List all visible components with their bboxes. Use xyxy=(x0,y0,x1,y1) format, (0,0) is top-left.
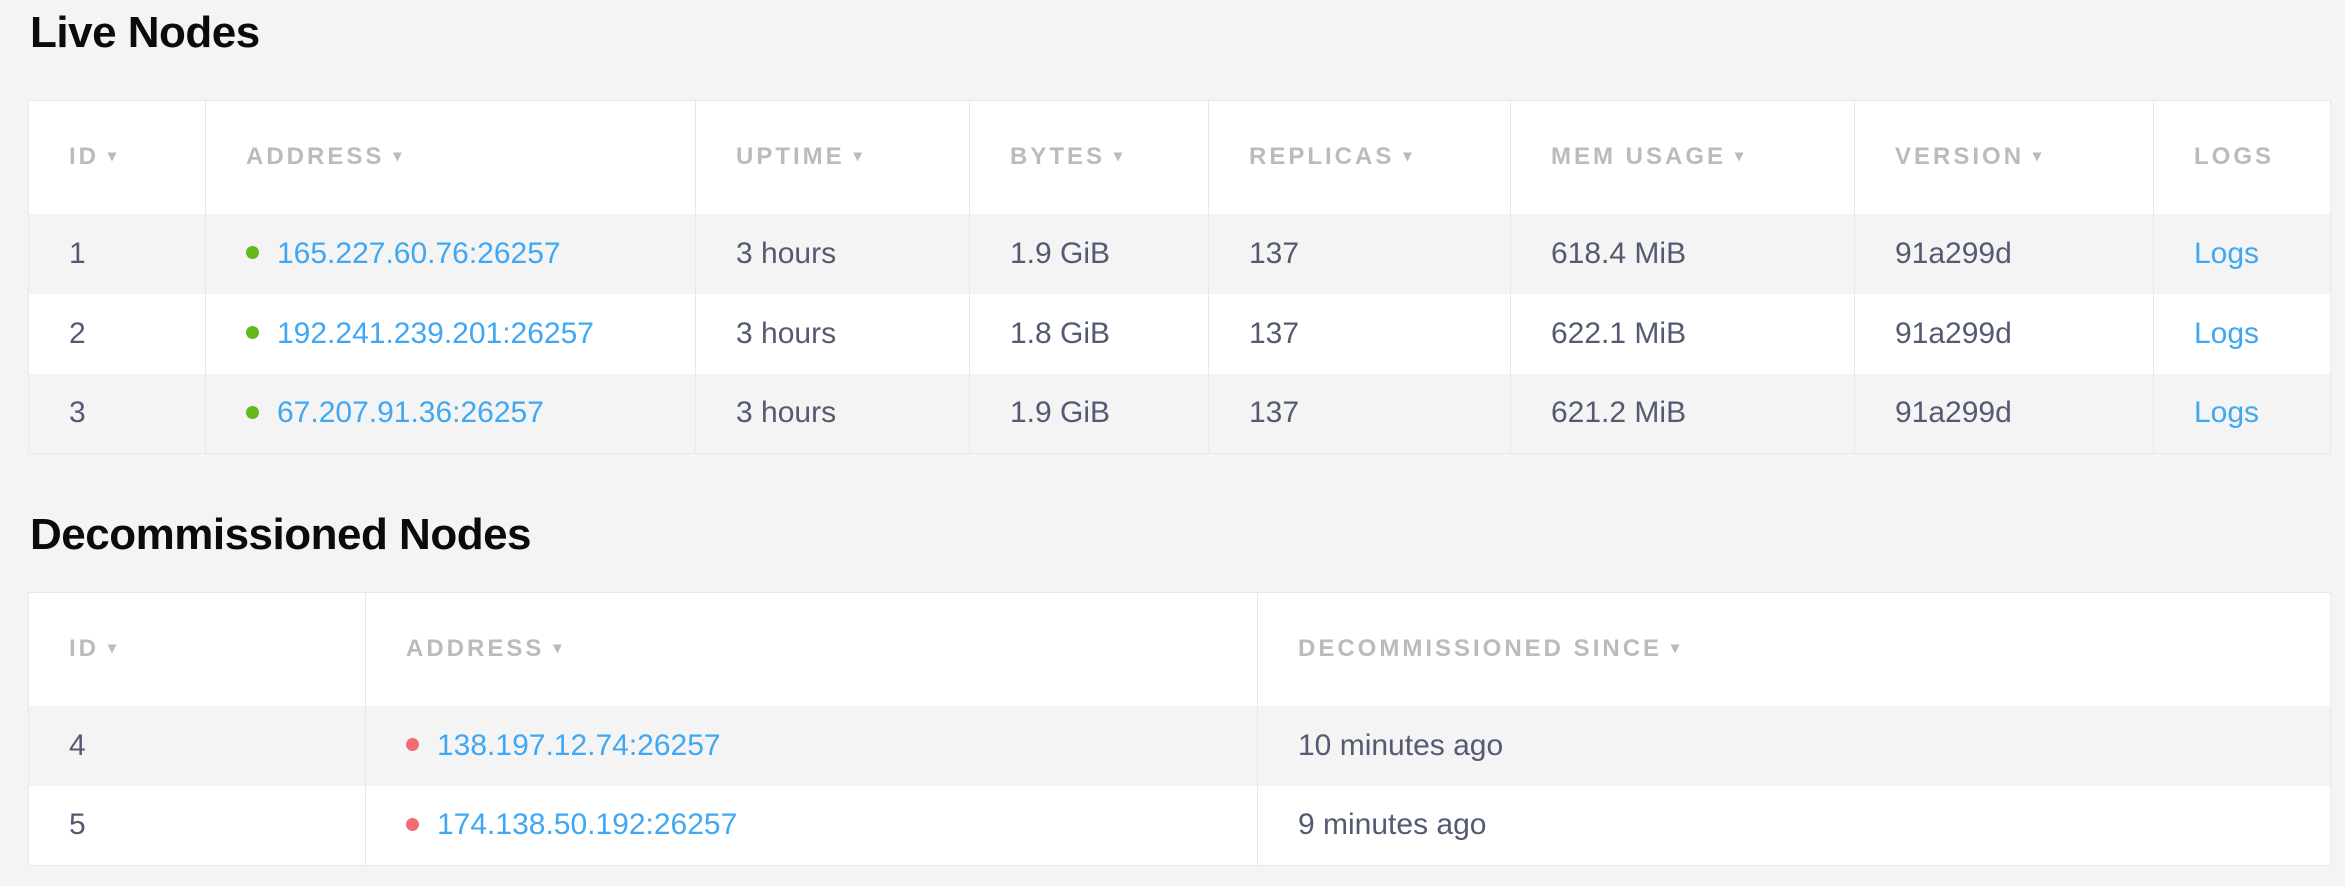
node-replicas-cell: 137 xyxy=(1209,294,1511,374)
node-logs-cell: Logs xyxy=(2154,294,2331,374)
decommissioned-status-icon xyxy=(406,738,419,751)
node-bytes-cell: 1.9 GiB xyxy=(970,374,1209,454)
column-label: VERSION xyxy=(1895,143,2024,170)
node-logs-cell: Logs xyxy=(2154,374,2331,454)
node-logs-cell: Logs xyxy=(2154,214,2331,294)
node-id-cell: 1 xyxy=(29,214,206,294)
live-status-icon xyxy=(246,246,259,259)
column-label: LOGS xyxy=(2194,143,2274,170)
column-label: MEM USAGE xyxy=(1551,143,1726,170)
node-uptime-cell: 3 hours xyxy=(696,214,970,294)
live-nodes-table-header: ID ▾ ADDRESS ▾ UPTIME ▾ BYTES ▾ REPLICAS ▾ ME… xyxy=(29,101,2331,214)
live-status-icon xyxy=(246,326,259,339)
node-address-link[interactable]: 165.227.60.76:26257 xyxy=(277,237,561,270)
table-row: 2 192.241.239.201:26257 3 hours 1.8 GiB … xyxy=(29,294,2331,374)
node-address-cell: 192.241.239.201:26257 xyxy=(206,294,696,374)
column-label: DECOMMISSIONED SINCE xyxy=(1298,635,1662,662)
column-label: REPLICAS xyxy=(1249,143,1394,170)
node-mem-usage-cell: 621.2 MiB xyxy=(1511,374,1855,454)
column-label: ID xyxy=(69,143,99,170)
node-address-link[interactable]: 174.138.50.192:26257 xyxy=(437,808,737,841)
column-header-address[interactable]: ADDRESS ▾ xyxy=(366,593,1258,706)
node-address-cell: 138.197.12.74:26257 xyxy=(366,706,1258,786)
decommissioned-nodes-title: Decommissioned Nodes xyxy=(30,510,531,560)
sort-icon: ▾ xyxy=(1114,146,1122,166)
node-id-cell: 5 xyxy=(29,786,366,866)
node-version-cell: 91a299d xyxy=(1855,374,2154,454)
node-bytes-cell: 1.9 GiB xyxy=(970,214,1209,294)
node-decommissioned-since-cell: 9 minutes ago xyxy=(1258,786,2331,866)
node-logs-link[interactable]: Logs xyxy=(2194,237,2259,270)
node-replicas-cell: 137 xyxy=(1209,214,1511,294)
table-row: 4 138.197.12.74:26257 10 minutes ago xyxy=(29,706,2331,786)
node-mem-usage-cell: 622.1 MiB xyxy=(1511,294,1855,374)
sort-icon: ▾ xyxy=(1403,146,1411,166)
nodes-overview-page: Live Nodes ID ▾ ADDRESS ▾ UPTIME ▾ BYTES ▾ R… xyxy=(0,0,2345,886)
sort-icon: ▾ xyxy=(553,638,561,658)
sort-icon: ▾ xyxy=(1735,146,1743,166)
column-header-decommissioned-since[interactable]: DECOMMISSIONED SINCE ▾ xyxy=(1258,593,2331,706)
column-header-id[interactable]: ID ▾ xyxy=(29,593,366,706)
live-nodes-title: Live Nodes xyxy=(30,8,260,58)
decommissioned-nodes-table-header: ID ▾ ADDRESS ▾ DECOMMISSIONED SINCE ▾ xyxy=(29,593,2331,706)
column-label: ID xyxy=(69,635,99,662)
sort-icon: ▾ xyxy=(2033,146,2041,166)
node-version-cell: 91a299d xyxy=(1855,294,2154,374)
node-address-link[interactable]: 138.197.12.74:26257 xyxy=(437,729,721,762)
column-header-address[interactable]: ADDRESS ▾ xyxy=(206,101,696,214)
column-label: ADDRESS xyxy=(246,143,384,170)
column-header-id[interactable]: ID ▾ xyxy=(29,101,206,214)
node-mem-usage-cell: 618.4 MiB xyxy=(1511,214,1855,294)
column-label: UPTIME xyxy=(736,143,845,170)
live-nodes-table: ID ▾ ADDRESS ▾ UPTIME ▾ BYTES ▾ REPLICAS ▾ ME… xyxy=(28,100,2331,454)
column-header-mem-usage[interactable]: MEM USAGE ▾ xyxy=(1511,101,1855,214)
column-header-replicas[interactable]: REPLICAS ▾ xyxy=(1209,101,1511,214)
column-header-logs: LOGS xyxy=(2154,101,2331,214)
node-address-cell: 165.227.60.76:26257 xyxy=(206,214,696,294)
node-version-cell: 91a299d xyxy=(1855,214,2154,294)
node-id-cell: 4 xyxy=(29,706,366,786)
node-decommissioned-since-cell: 10 minutes ago xyxy=(1258,706,2331,786)
sort-icon: ▾ xyxy=(854,146,862,166)
sort-icon: ▾ xyxy=(108,146,116,166)
node-address-link[interactable]: 67.207.91.36:26257 xyxy=(277,396,544,429)
column-label: ADDRESS xyxy=(406,635,544,662)
table-row: 5 174.138.50.192:26257 9 minutes ago xyxy=(29,786,2331,866)
sort-icon: ▾ xyxy=(108,638,116,658)
column-label: BYTES xyxy=(1010,143,1105,170)
node-address-link[interactable]: 192.241.239.201:26257 xyxy=(277,317,594,350)
node-replicas-cell: 137 xyxy=(1209,374,1511,454)
decommissioned-status-icon xyxy=(406,818,419,831)
column-header-bytes[interactable]: BYTES ▾ xyxy=(970,101,1209,214)
live-status-icon xyxy=(246,406,259,419)
node-uptime-cell: 3 hours xyxy=(696,294,970,374)
column-header-version[interactable]: VERSION ▾ xyxy=(1855,101,2154,214)
node-id-cell: 3 xyxy=(29,374,206,454)
node-bytes-cell: 1.8 GiB xyxy=(970,294,1209,374)
decommissioned-nodes-table: ID ▾ ADDRESS ▾ DECOMMISSIONED SINCE ▾ 4 138… xyxy=(28,592,2331,866)
node-address-cell: 67.207.91.36:26257 xyxy=(206,374,696,454)
node-logs-link[interactable]: Logs xyxy=(2194,317,2259,350)
column-header-uptime[interactable]: UPTIME ▾ xyxy=(696,101,970,214)
node-logs-link[interactable]: Logs xyxy=(2194,396,2259,429)
node-id-cell: 2 xyxy=(29,294,206,374)
table-row: 1 165.227.60.76:26257 3 hours 1.9 GiB 13… xyxy=(29,214,2331,294)
node-uptime-cell: 3 hours xyxy=(696,374,970,454)
sort-icon: ▾ xyxy=(393,146,401,166)
table-row: 3 67.207.91.36:26257 3 hours 1.9 GiB 137… xyxy=(29,374,2331,454)
node-address-cell: 174.138.50.192:26257 xyxy=(366,786,1258,866)
sort-icon: ▾ xyxy=(1671,638,1679,658)
